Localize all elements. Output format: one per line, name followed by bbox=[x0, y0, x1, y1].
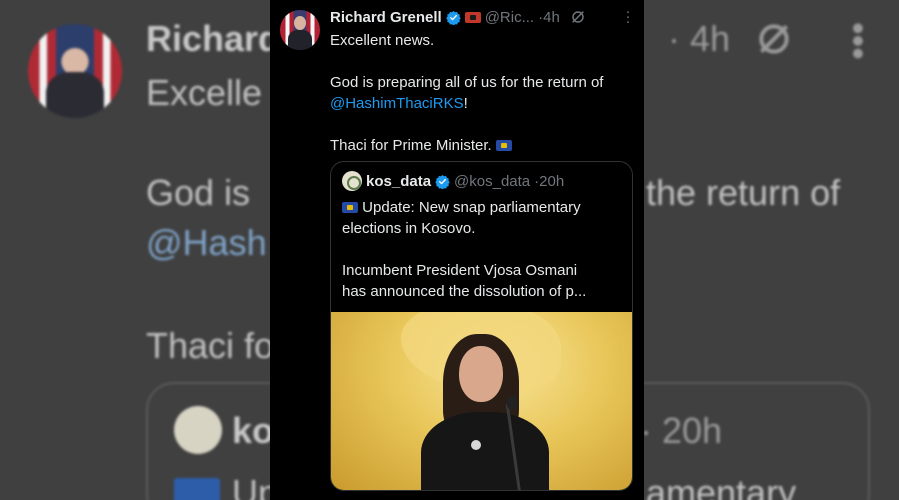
tweet-time[interactable]: ·4h bbox=[538, 9, 560, 26]
background-quote-logo bbox=[174, 406, 222, 454]
quote-header: kos_data @kos_data ·20h bbox=[342, 171, 564, 191]
background-time: · 4h bbox=[668, 18, 731, 59]
quote-line: Incumbent President Vjosa Osmani bbox=[342, 262, 578, 279]
quote-line bbox=[342, 239, 627, 260]
quote-time[interactable]: ·20h bbox=[534, 173, 564, 190]
background-more-icon: ••• bbox=[838, 22, 879, 60]
background-line-2b: the return of bbox=[646, 172, 841, 213]
background-quote-name: ko bbox=[232, 410, 275, 451]
verified-badge-icon bbox=[445, 10, 461, 25]
tweet-line-mention: @HashimThaciRKS! bbox=[330, 93, 636, 114]
quote-author-handle[interactable]: @kos_data bbox=[454, 173, 530, 190]
tweet-line bbox=[330, 114, 636, 135]
quote-line: has announced the dissolution of p... bbox=[342, 283, 587, 300]
tweet-text: Excellent news. God is preparing all of … bbox=[330, 30, 636, 156]
affiliation-flag-icon bbox=[464, 11, 481, 23]
quoted-tweet[interactable]: kos_data @kos_data ·20h Update: New snap… bbox=[330, 161, 633, 491]
photo-microphone bbox=[507, 396, 517, 410]
photo-brooch bbox=[471, 440, 481, 450]
tweet-line-last: Thaci for Prime Minister. bbox=[330, 135, 636, 156]
background-avatar bbox=[28, 24, 122, 118]
background-quote-line-b: amentary bbox=[646, 472, 797, 500]
more-icon[interactable]: · · · bbox=[621, 4, 635, 29]
background-line-4: Thaci fo bbox=[146, 325, 275, 366]
photo-body bbox=[421, 412, 549, 490]
verified-badge-icon bbox=[435, 174, 450, 189]
tweet-line: Thaci for Prime Minister. bbox=[330, 137, 492, 154]
avatar-suit bbox=[288, 30, 312, 50]
tweet-card[interactable]: Richard Grenell @Ric... ·4h · · · Excellen… bbox=[270, 0, 644, 500]
background-author-name: Richard bbox=[146, 18, 281, 59]
grok-icon[interactable] bbox=[570, 9, 586, 25]
background-line-2a: God is bbox=[146, 172, 251, 213]
background-line-3: @Hash bbox=[146, 222, 267, 263]
quote-avatar[interactable] bbox=[342, 171, 362, 191]
tweet-punctuation: ! bbox=[463, 95, 468, 112]
background-flag-icon bbox=[174, 478, 220, 500]
kosovo-flag-icon bbox=[342, 202, 358, 213]
tweet-line: Excellent news. bbox=[330, 32, 435, 49]
quote-photo[interactable] bbox=[331, 312, 632, 490]
quote-text: Update: New snap parliamentary elections… bbox=[342, 197, 627, 302]
tweet-header: Richard Grenell @Ric... ·4h bbox=[330, 7, 636, 27]
photo-face bbox=[459, 346, 503, 402]
quote-author-name[interactable]: kos_data bbox=[366, 173, 431, 190]
mention-link[interactable]: @HashimThaciRKS bbox=[330, 95, 464, 112]
author-handle[interactable]: @Ric... bbox=[485, 9, 534, 26]
author-name[interactable]: Richard Grenell bbox=[330, 9, 442, 26]
tweet-line bbox=[330, 51, 636, 72]
avatar-face bbox=[294, 16, 306, 30]
background-grok-icon bbox=[759, 24, 789, 54]
kosovo-flag-icon bbox=[495, 140, 512, 151]
background-quote-time: · 20h bbox=[640, 410, 723, 451]
author-avatar[interactable] bbox=[280, 10, 320, 50]
tweet-line: God is preparing all of us for the retur… bbox=[330, 74, 604, 91]
background-line-1: Excelle bbox=[146, 72, 263, 113]
quote-line: elections in Kosovo. bbox=[342, 220, 476, 237]
quote-line-first: Update: New snap parliamentary bbox=[342, 197, 627, 218]
quote-line: Update: New snap parliamentary bbox=[362, 199, 581, 216]
